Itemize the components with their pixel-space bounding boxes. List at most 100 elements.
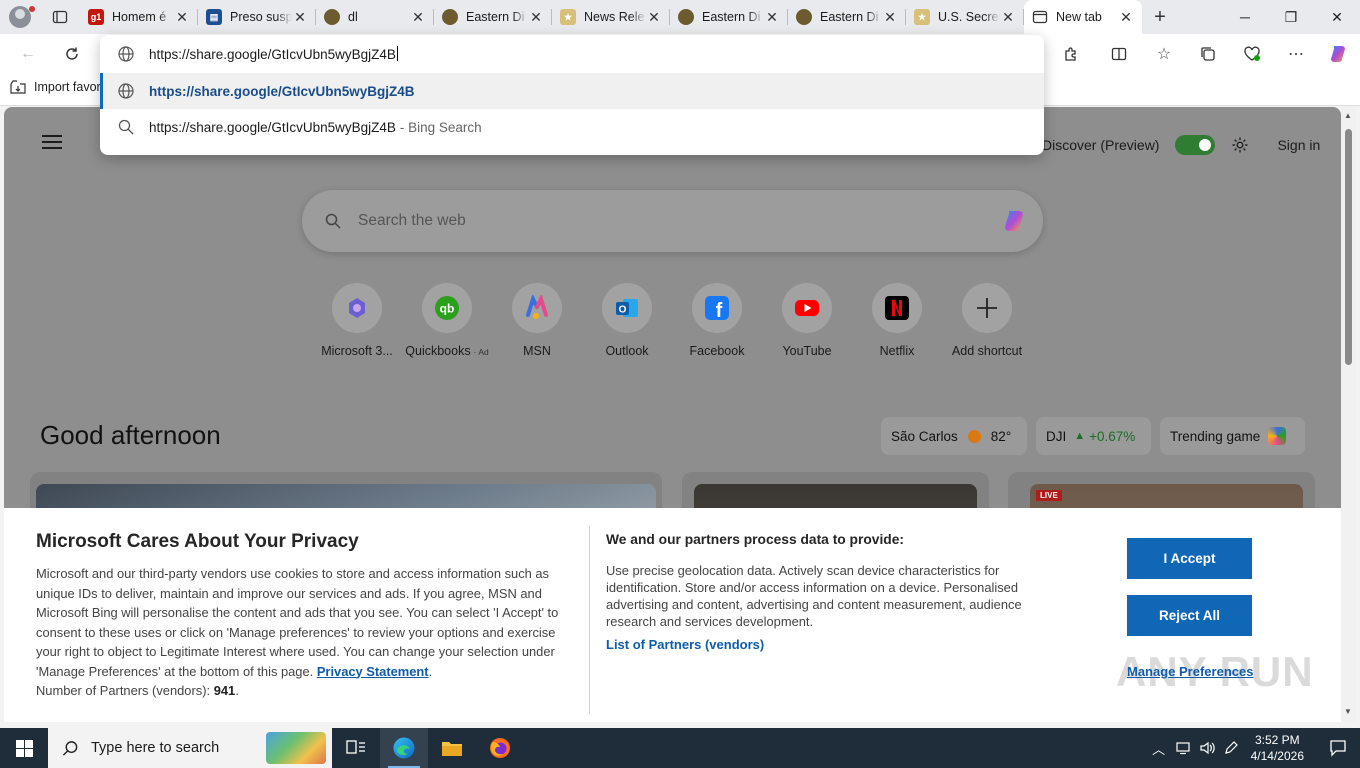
notifications-button[interactable] bbox=[1316, 739, 1360, 757]
weather-temp: 82° bbox=[990, 428, 1012, 444]
restore-button[interactable]: ❐ bbox=[1268, 0, 1314, 34]
tab[interactable]: Eastern Di ✕ bbox=[670, 0, 788, 34]
favorites-button[interactable]: ☆ bbox=[1148, 38, 1180, 70]
clock[interactable]: 3:52 PM 4/14/2026 bbox=[1251, 732, 1304, 764]
facebook-icon: f bbox=[705, 296, 729, 321]
copilot-icon[interactable] bbox=[1001, 208, 1027, 234]
scroll-up-icon[interactable]: ▲ bbox=[1344, 111, 1352, 120]
start-button[interactable] bbox=[0, 728, 48, 768]
star-badge-icon: ★ bbox=[914, 9, 930, 25]
reject-all-button[interactable]: Reject All bbox=[1127, 595, 1252, 636]
back-button[interactable]: ← bbox=[12, 38, 44, 70]
volume-icon[interactable] bbox=[1195, 741, 1219, 755]
shortcut-facebook[interactable]: f Facebook bbox=[672, 283, 762, 358]
firefox-taskbar-button[interactable] bbox=[476, 728, 524, 768]
weather-pill[interactable]: São Carlos 82° bbox=[881, 417, 1027, 455]
shortcut-youtube[interactable]: YouTube bbox=[762, 283, 852, 358]
taskbar-search[interactable]: Type here to search bbox=[48, 728, 332, 768]
file-explorer-button[interactable] bbox=[428, 728, 476, 768]
shortcut-netflix[interactable]: Netflix bbox=[852, 283, 942, 358]
close-tab-icon[interactable]: ✕ bbox=[410, 9, 426, 25]
shortcut-label: YouTube bbox=[782, 344, 832, 358]
minimize-button[interactable]: ─ bbox=[1222, 0, 1268, 34]
tab[interactable]: ▤ Preso susp ✕ bbox=[198, 0, 316, 34]
address-input[interactable]: https://share.google/GtIcvUbn5wyBgjZ4B bbox=[149, 46, 398, 62]
menu-button[interactable] bbox=[42, 135, 62, 151]
browser-essentials-button[interactable] bbox=[1236, 38, 1268, 70]
close-tab-icon[interactable]: ✕ bbox=[882, 9, 898, 25]
scroll-thumb[interactable] bbox=[1345, 129, 1352, 365]
edge-taskbar-button[interactable] bbox=[380, 728, 428, 768]
star-icon: ☆ bbox=[1156, 46, 1172, 63]
import-favorites-button[interactable]: Import favor bbox=[10, 80, 101, 94]
outlook-icon: O bbox=[616, 299, 638, 317]
web-search-box[interactable]: Search the web bbox=[302, 190, 1043, 252]
import-icon bbox=[10, 80, 26, 94]
close-tab-icon[interactable]: ✕ bbox=[764, 9, 780, 25]
stock-pill[interactable]: DJI ▲ +0.67% bbox=[1036, 417, 1151, 455]
sign-in-button[interactable]: Sign in bbox=[1277, 137, 1320, 153]
shortcut-add[interactable]: Add shortcut bbox=[942, 283, 1032, 358]
privacy-body: Microsoft and our third-party vendors us… bbox=[36, 566, 559, 698]
scroll-down-icon[interactable]: ▼ bbox=[1344, 707, 1352, 716]
plus-icon: + bbox=[1154, 5, 1166, 28]
page-scrollbar[interactable]: ▲ ▼ bbox=[1341, 107, 1356, 722]
tab[interactable]: g1 Homem é ✕ bbox=[80, 0, 198, 34]
tab[interactable]: dl ✕ bbox=[316, 0, 434, 34]
shortcut-label: Quickbooks bbox=[405, 344, 471, 358]
profile-button[interactable] bbox=[0, 0, 40, 34]
tab-title: Eastern Di bbox=[466, 10, 525, 24]
network-icon[interactable] bbox=[1171, 741, 1195, 755]
address-bar[interactable]: https://share.google/GtIcvUbn5wyBgjZ4B bbox=[100, 35, 1044, 73]
news-icon: ▤ bbox=[206, 9, 222, 25]
tab[interactable]: Eastern Di ✕ bbox=[788, 0, 906, 34]
data-processing-heading: We and our partners process data to prov… bbox=[606, 532, 904, 547]
split-screen-button[interactable] bbox=[1103, 38, 1135, 70]
gear-icon[interactable] bbox=[1231, 136, 1249, 154]
seal-icon bbox=[796, 9, 812, 25]
settings-more-button[interactable]: ⋯ bbox=[1280, 38, 1312, 70]
folder-icon bbox=[442, 742, 462, 756]
tab[interactable]: ★ U.S. Secret ✕ bbox=[906, 0, 1024, 34]
partners-list-link[interactable]: List of Partners (vendors) bbox=[606, 637, 764, 652]
svg-text:O: O bbox=[619, 305, 627, 316]
manage-preferences-link[interactable]: Manage Preferences bbox=[1127, 664, 1253, 679]
pen-icon[interactable] bbox=[1219, 740, 1243, 756]
close-tab-icon[interactable]: ✕ bbox=[1118, 9, 1134, 25]
close-tab-icon[interactable]: ✕ bbox=[1000, 9, 1016, 25]
close-tab-icon[interactable]: ✕ bbox=[528, 9, 544, 25]
youtube-icon bbox=[795, 300, 819, 316]
refresh-button[interactable] bbox=[56, 38, 88, 70]
privacy-statement-link[interactable]: Privacy Statement bbox=[317, 664, 429, 679]
close-window-button[interactable]: ✕ bbox=[1314, 0, 1360, 34]
suggestion-url[interactable]: https://share.google/GtIcvUbn5wyBgjZ4B bbox=[100, 73, 1044, 109]
trending-game-pill[interactable]: Trending game bbox=[1160, 417, 1305, 455]
shortcuts-row: Microsoft 3... qb Quickbooks · Ad MSN O O… bbox=[312, 283, 1032, 358]
tab-actions-button[interactable] bbox=[40, 0, 80, 34]
accept-button[interactable]: I Accept bbox=[1127, 538, 1252, 579]
shortcut-quickbooks[interactable]: qb Quickbooks · Ad bbox=[402, 283, 492, 358]
task-view-button[interactable] bbox=[332, 728, 380, 768]
copilot-button[interactable] bbox=[1322, 38, 1354, 70]
tab-title: New tab bbox=[1056, 10, 1102, 24]
close-tab-icon[interactable]: ✕ bbox=[174, 9, 190, 25]
discover-toggle[interactable] bbox=[1175, 135, 1216, 155]
collections-button[interactable] bbox=[1192, 38, 1224, 70]
tab-active[interactable]: New tab ✕ bbox=[1024, 0, 1142, 34]
tab[interactable]: ★ News Rele ✕ bbox=[552, 0, 670, 34]
chevron-up-icon[interactable]: ︿ bbox=[1147, 739, 1171, 758]
weather-city: São Carlos bbox=[891, 428, 958, 444]
suggestion-search[interactable]: https://share.google/GtIcvUbn5wyBgjZ4B -… bbox=[100, 109, 1044, 145]
shortcut-outlook[interactable]: O Outlook bbox=[582, 283, 672, 358]
shortcut-msn[interactable]: MSN bbox=[492, 283, 582, 358]
search-icon bbox=[62, 740, 78, 756]
extensions-button[interactable] bbox=[1055, 38, 1087, 70]
search-icon bbox=[325, 213, 341, 229]
new-tab-button[interactable]: + bbox=[1142, 0, 1178, 34]
close-tab-icon[interactable]: ✕ bbox=[292, 9, 308, 25]
shortcut-microsoft365[interactable]: Microsoft 3... bbox=[312, 283, 402, 358]
msn-icon bbox=[526, 295, 548, 319]
close-tab-icon[interactable]: ✕ bbox=[646, 9, 662, 25]
tab[interactable]: Eastern Di ✕ bbox=[434, 0, 552, 34]
tab-title: dl bbox=[348, 10, 358, 24]
